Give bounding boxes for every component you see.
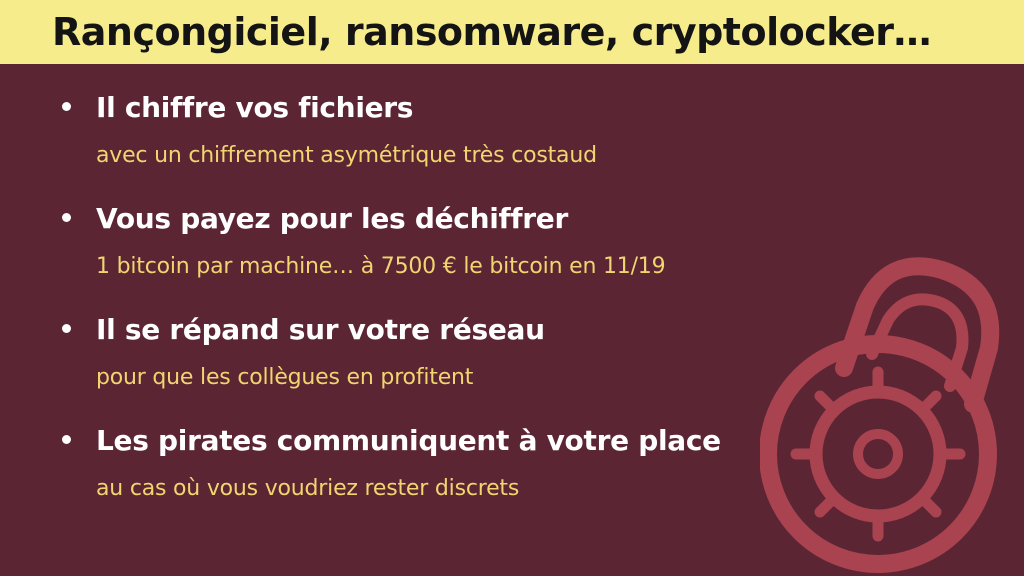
bullet-item: Les pirates communiquent à votre place a… bbox=[62, 417, 782, 528]
bullet-main-text: Il se répand sur votre réseau bbox=[96, 313, 545, 346]
bullet-sub-text: pour que les collègues en profitent bbox=[96, 365, 474, 390]
bullet-dot-icon bbox=[62, 435, 71, 444]
bullet-sub-text: au cas où vous voudriez rester discrets bbox=[96, 476, 520, 501]
bullet-main-text: Il chiffre vos fichiers bbox=[96, 91, 414, 124]
bullet-sub-text: avec un chiffrement asymétrique très cos… bbox=[96, 143, 597, 168]
combination-lock-icon bbox=[760, 257, 1000, 573]
bullet-main-text: Les pirates communiquent à votre place bbox=[96, 424, 721, 457]
bullet-sub-text: 1 bitcoin par machine… à 7500 € le bitco… bbox=[96, 254, 666, 279]
bullet-item: Il se répand sur votre réseau pour que l… bbox=[62, 306, 782, 417]
bullet-dot-icon bbox=[62, 213, 71, 222]
bullet-item: Il chiffre vos fichiers avec un chiffrem… bbox=[62, 84, 782, 195]
bullet-dot-icon bbox=[62, 102, 71, 111]
bullet-main-text: Vous payez pour les déchiffrer bbox=[96, 202, 568, 235]
title-bar: Rançongiciel, ransomware, cryptolocker… bbox=[0, 0, 1024, 64]
bullet-dot-icon bbox=[62, 324, 71, 333]
slide-title: Rançongiciel, ransomware, cryptolocker… bbox=[52, 10, 932, 54]
bullet-list: Il chiffre vos fichiers avec un chiffrem… bbox=[62, 84, 782, 528]
bullet-item: Vous payez pour les déchiffrer 1 bitcoin… bbox=[62, 195, 782, 306]
